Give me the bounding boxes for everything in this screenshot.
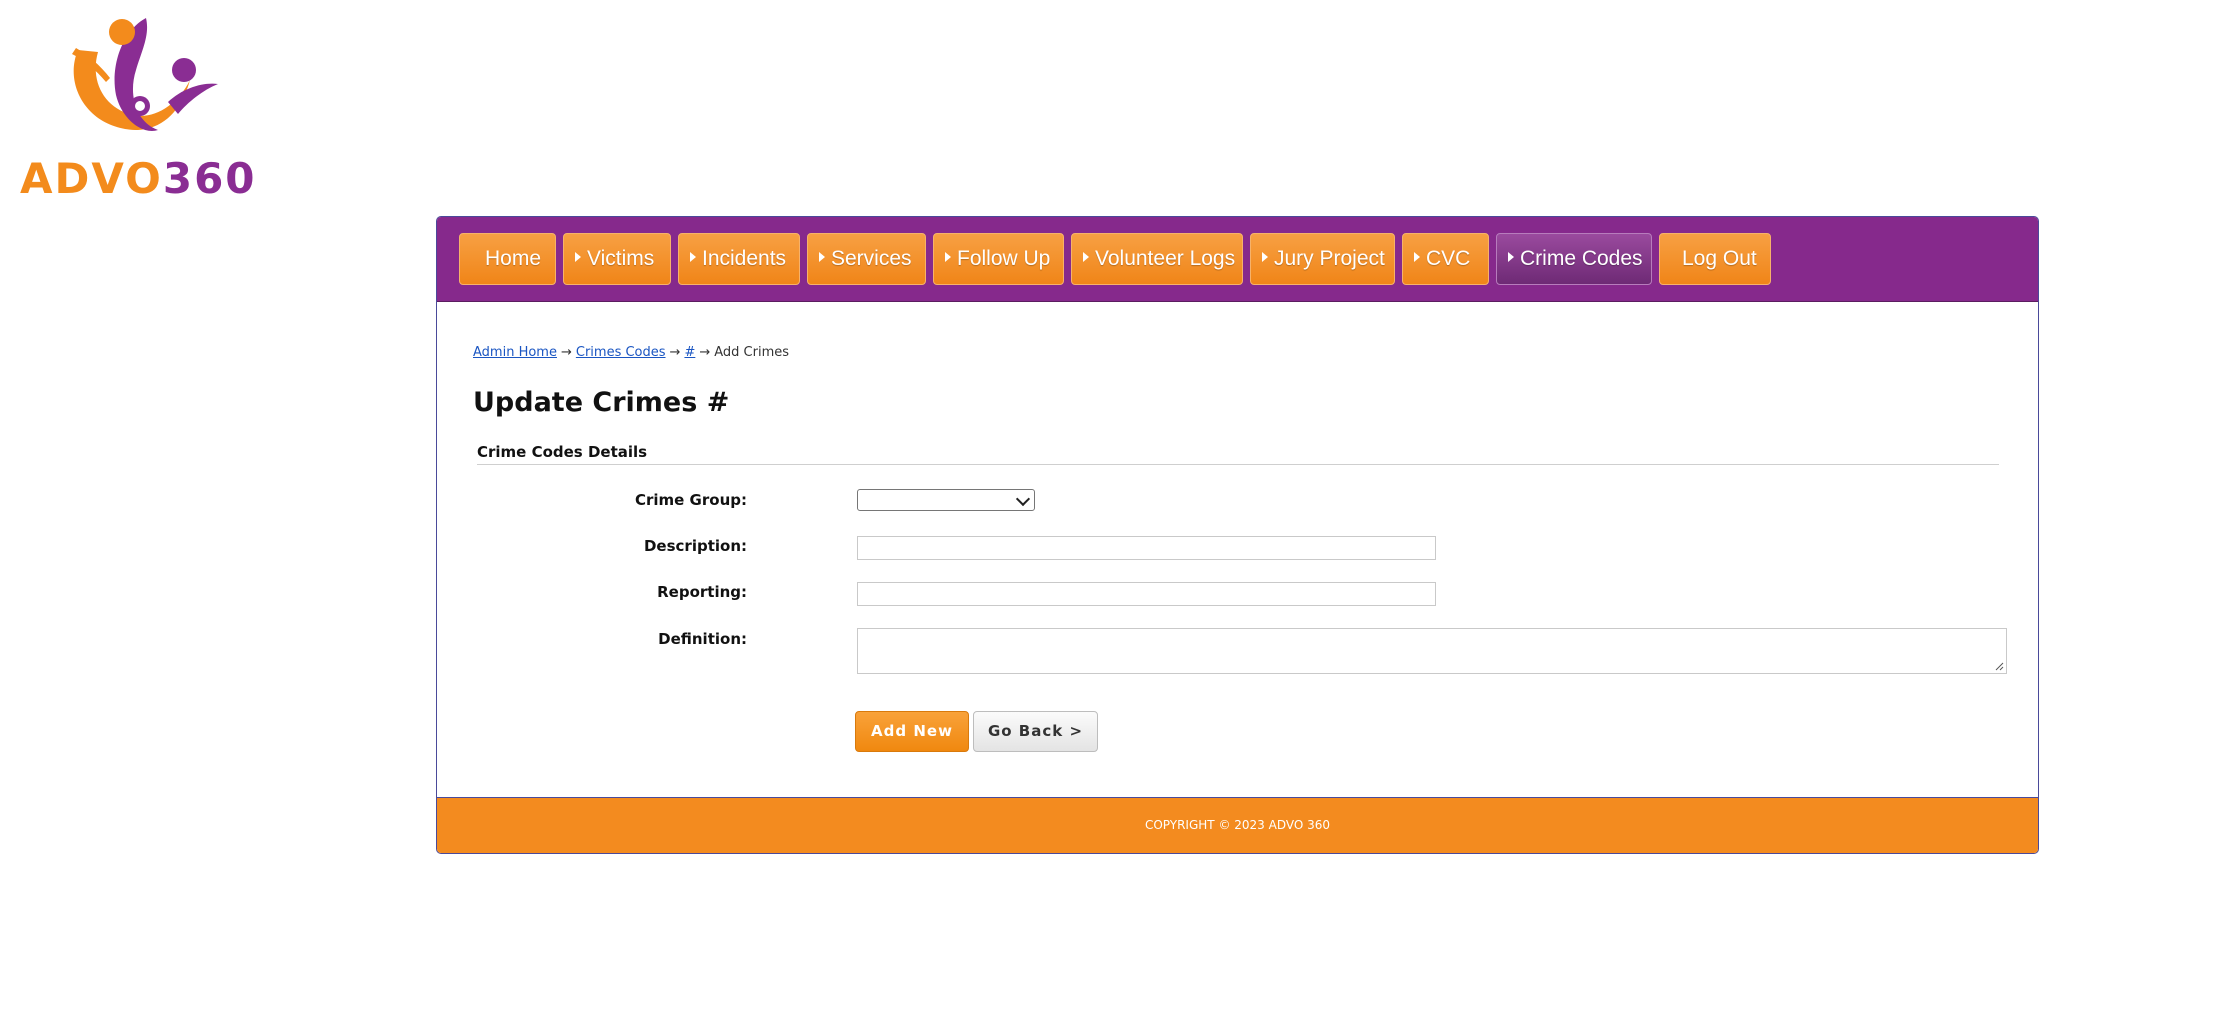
copyright-text: COPYRIGHT © 2023 ADVO 360	[1144, 818, 1331, 832]
nav-incidents-button[interactable]: Incidents	[678, 233, 800, 285]
nav-incidents-label: Incidents	[702, 247, 787, 270]
description-label: Description:	[643, 537, 747, 555]
chevron-down-icon	[1015, 491, 1031, 507]
reporting-label: Reporting:	[657, 583, 747, 601]
definition-textarea[interactable]	[857, 628, 2007, 674]
nav-home-button[interactable]: Home	[459, 233, 556, 285]
nav-cvc-label: CVC	[1426, 247, 1471, 270]
caret-right-icon	[1508, 252, 1514, 263]
arrow-right-icon: →	[669, 345, 681, 360]
caret-right-icon	[1262, 252, 1268, 263]
nav-cvc-button[interactable]: CVC	[1402, 233, 1489, 285]
arrow-right-icon: →	[560, 345, 572, 360]
caret-right-icon	[945, 252, 951, 263]
nav-victims-button[interactable]: Victims	[563, 233, 671, 285]
caret-right-icon	[1083, 252, 1089, 263]
logo-wordmark: ADVO360	[20, 154, 257, 203]
logo-text-360: 360	[162, 154, 257, 203]
nav-follow-up-button[interactable]: Follow Up	[933, 233, 1064, 285]
section-title: Crime Codes Details	[477, 443, 648, 461]
caret-right-icon	[1414, 252, 1420, 263]
nav-services-button[interactable]: Services	[807, 233, 926, 285]
page-title: Update Crimes #	[473, 387, 730, 418]
section-divider	[477, 464, 1999, 465]
advo360-logo: ADVO360	[18, 10, 273, 203]
add-new-button[interactable]: Add New	[855, 711, 969, 752]
nav-crime-codes-label: Crime Codes	[1520, 247, 1643, 270]
description-input[interactable]	[857, 536, 1436, 560]
go-back-button[interactable]: Go Back >	[973, 711, 1098, 752]
nav-jury-project-label: Jury Project	[1274, 247, 1385, 270]
reporting-input[interactable]	[857, 582, 1436, 606]
caret-right-icon	[690, 252, 696, 263]
nav-victims-label: Victims	[587, 247, 655, 270]
crime-group-select[interactable]	[857, 489, 1035, 511]
breadcrumb-admin-home-link[interactable]: Admin Home	[473, 345, 557, 360]
breadcrumb-current: Add Crimes	[714, 345, 790, 360]
definition-label: Definition:	[658, 630, 747, 648]
caret-right-icon	[819, 252, 825, 263]
nav-volunteer-logs-button[interactable]: Volunteer Logs	[1071, 233, 1243, 285]
logo-text-advo: ADVO	[20, 154, 163, 203]
breadcrumb: Admin Home → Crimes Codes → # → Add Crimes	[473, 345, 789, 360]
main-frame: Home Victims Incidents Services Follow U…	[436, 216, 2039, 854]
nav-services-label: Services	[831, 247, 912, 270]
resize-handle-icon[interactable]	[1995, 662, 2004, 671]
nav-volunteer-logs-label: Volunteer Logs	[1095, 247, 1236, 270]
breadcrumb-hash-link[interactable]: #	[684, 345, 695, 360]
nav-log-out-button[interactable]: Log Out	[1659, 233, 1771, 285]
nav-log-out-label: Log Out	[1682, 247, 1757, 270]
nav-home-label: Home	[485, 247, 542, 270]
logo-figures-icon	[72, 18, 218, 131]
footer: COPYRIGHT © 2023 ADVO 360	[437, 797, 2038, 853]
crime-group-label: Crime Group:	[634, 491, 747, 509]
arrow-right-icon: →	[699, 345, 711, 360]
caret-right-icon	[575, 252, 581, 263]
breadcrumb-crimes-codes-link[interactable]: Crimes Codes	[576, 345, 666, 360]
nav-jury-project-button[interactable]: Jury Project	[1250, 233, 1395, 285]
nav-follow-up-label: Follow Up	[957, 247, 1051, 270]
top-navigation: Home Victims Incidents Services Follow U…	[437, 217, 2038, 302]
nav-crime-codes-button[interactable]: Crime Codes	[1496, 233, 1652, 285]
